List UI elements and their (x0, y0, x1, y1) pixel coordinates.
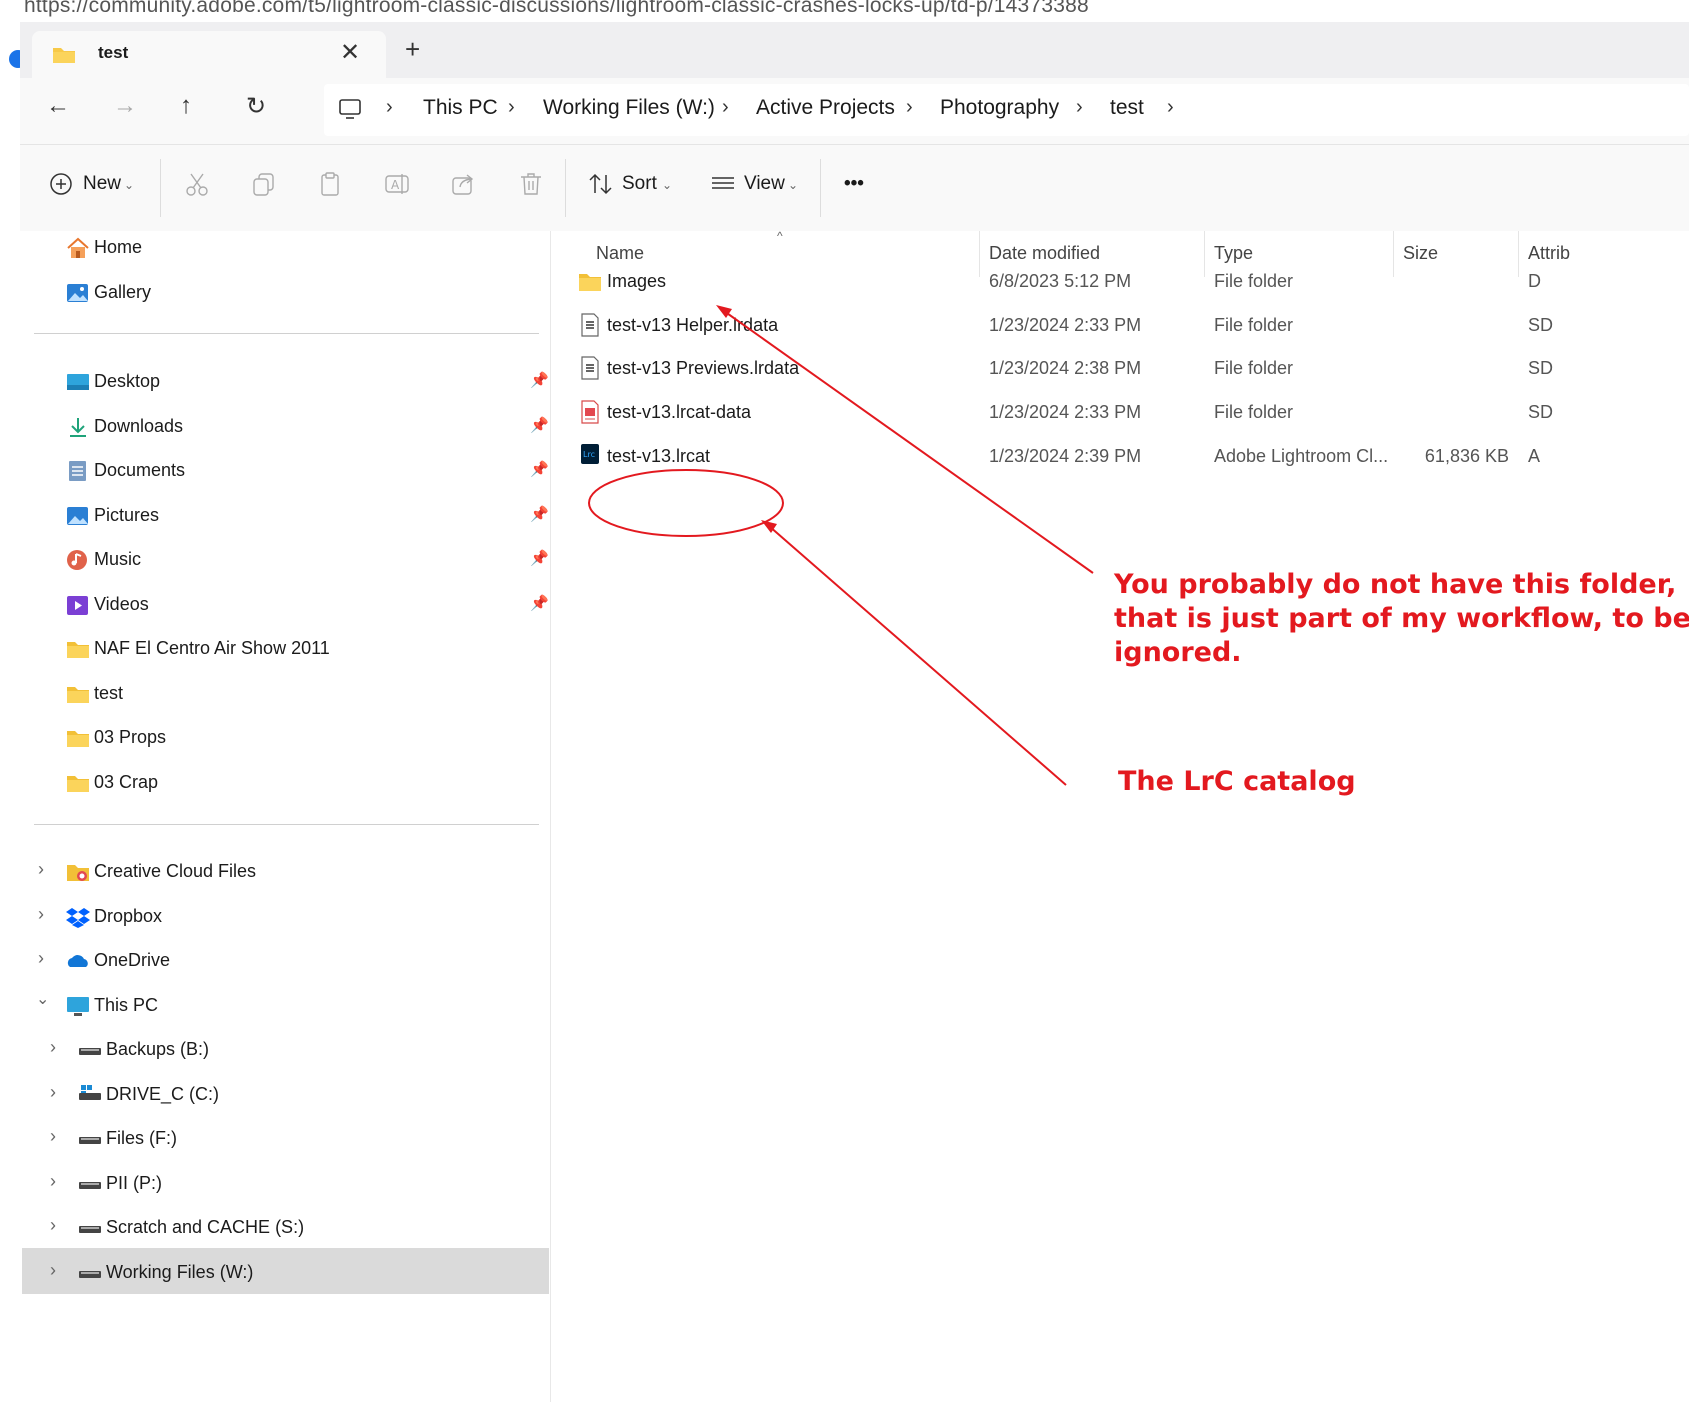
catalog-circle-annotation (588, 469, 784, 537)
arrow-to-catalog (768, 525, 1067, 786)
annotation-line: You probably do not have this folder, (1114, 569, 1677, 600)
annotation-images-note: You probably do not have this folder, th… (1114, 568, 1689, 670)
annotation-overlay (588, 305, 1094, 786)
annotation-line: ignored. (1114, 637, 1242, 668)
annotation-catalog-note: The LrC catalog (1118, 766, 1356, 797)
annotation-line: that is just part of my workflow, to be (1114, 603, 1689, 634)
